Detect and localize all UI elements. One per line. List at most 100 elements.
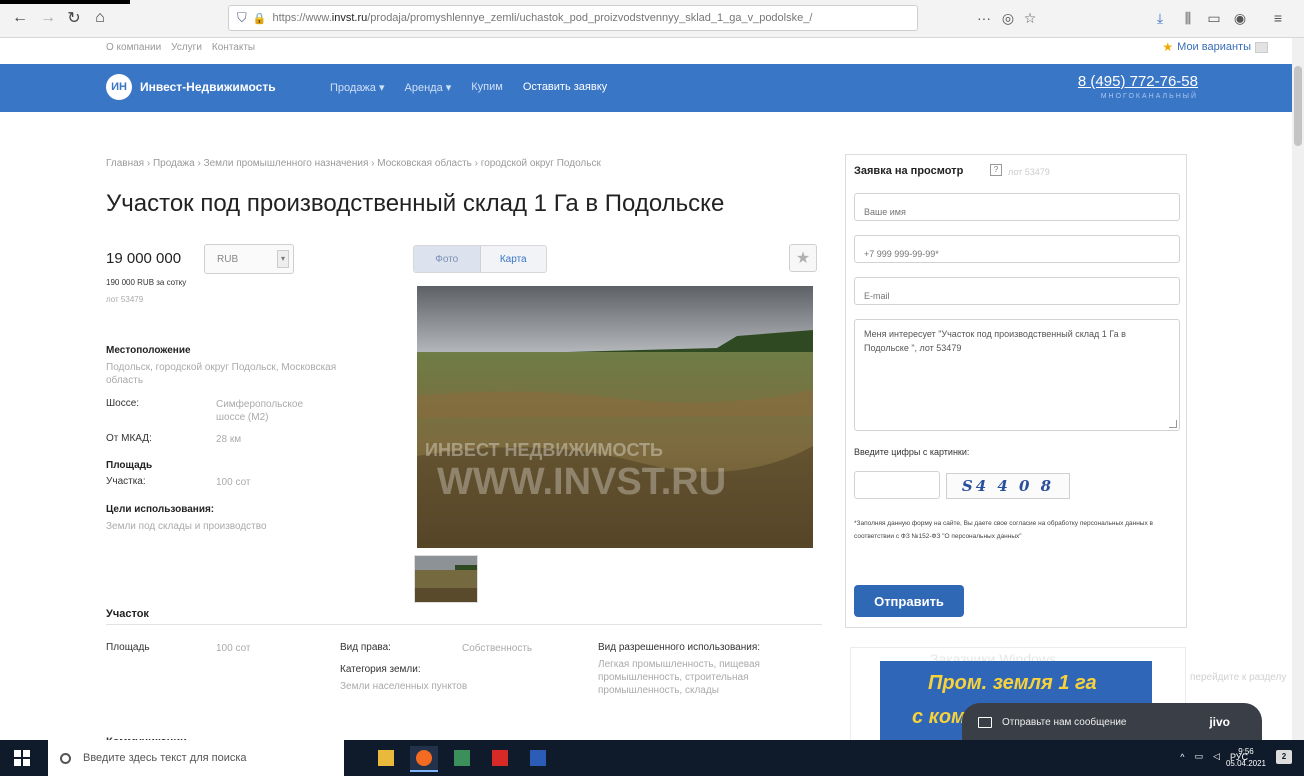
brand-name[interactable]: Инвест-Недвижимость [140, 80, 276, 94]
nav-items: Продажа ▾ Аренда ▾ Купим Оставить заявку [330, 81, 607, 94]
plot-category-label: Категория земли: [340, 664, 421, 675]
logo[interactable]: ИН [106, 74, 132, 100]
browser-toolbar: ← → ↻ ⌂ ⛉ 🔒 https://www.invst.ru/prodaja… [0, 0, 1304, 38]
email-input[interactable] [854, 277, 1180, 305]
chat-brand: jivo [1209, 715, 1230, 729]
plot-category-value: Земли населенных пунктов [340, 681, 468, 692]
phone-input[interactable] [854, 235, 1180, 263]
scrollbar-thumb[interactable] [1294, 66, 1302, 146]
taskbar-explorer[interactable] [372, 746, 400, 772]
library-icon[interactable]: ⫼ [1176, 6, 1200, 30]
extension-icon[interactable]: ◉ [1228, 6, 1252, 30]
phone-number[interactable]: 8 (495) 772-76-58 [1078, 73, 1198, 90]
clock-time: 9:56 [1238, 747, 1254, 756]
mkad-value: 28 км [216, 434, 242, 445]
submit-button[interactable]: Отправить [854, 585, 964, 617]
plot-area-label: Площадь [106, 642, 150, 653]
download-icon[interactable]: ⤓ [1148, 6, 1172, 30]
shield-icon: ⛉ [237, 10, 247, 25]
resize-handle-icon[interactable] [1169, 420, 1177, 428]
favorites-label: Мои варианты [1177, 41, 1251, 53]
back-icon[interactable]: ← [8, 6, 32, 30]
plot-permitted-value: Легкая промышленность, пищевая промышлен… [598, 659, 760, 696]
favorites-badge [1255, 41, 1268, 53]
area-heading: Площадь [106, 460, 153, 471]
top-link-about[interactable]: О компании [106, 42, 161, 53]
captcha-label: Введите цифры с картинки: [854, 447, 970, 457]
taskbar: Введите здесь текст для поиска ^ ▭ ◁ РУС… [0, 740, 1304, 776]
calculator-icon [454, 750, 470, 766]
chat-widget[interactable]: Отправьте нам сообщение jivo [962, 703, 1262, 743]
highway-value: Симферопольское шоссе (М2) [216, 399, 304, 423]
top-link-services[interactable]: Услуги [171, 42, 202, 53]
captcha-input[interactable] [854, 471, 940, 499]
currency-value: RUB [217, 254, 239, 265]
price-per-unit: 190 000 RUB за сотку [106, 278, 187, 287]
purpose-heading: Цели использования: [106, 504, 215, 515]
info-icon[interactable]: ? [990, 164, 1002, 176]
page-scrollbar[interactable] [1292, 38, 1304, 740]
pdf-icon [492, 750, 508, 766]
word-icon [530, 750, 546, 766]
volume-icon[interactable]: ◁ [1213, 751, 1220, 762]
black-mark [0, 0, 130, 4]
plot-permitted-label: Вид разрешенного использования: [598, 642, 761, 653]
taskbar-calculator[interactable] [448, 746, 476, 772]
plot-right-value: Собственность [462, 643, 533, 654]
network-icon[interactable]: ▭ [1195, 751, 1204, 762]
captcha-image: S4 4 0 8 [946, 473, 1070, 499]
bookmark-star-icon[interactable]: ☆ [1018, 6, 1042, 30]
main-nav: ИН Инвест-Недвижимость Продажа ▾ Аренда … [0, 64, 1304, 112]
nav-item-request[interactable]: Оставить заявку [523, 81, 607, 94]
address-bar[interactable]: ⛉ 🔒 https://www.invst.ru/prodaja/promysh… [228, 5, 918, 31]
url-text: https://www.invst.ru/prodaja/promyshlenn… [272, 12, 813, 24]
windows-start-icon[interactable] [14, 750, 30, 766]
taskbar-apps [372, 746, 552, 772]
field-photo: ИНВЕСТ НЕДВИЖИМОСТЬ WWW.INVST.RU [417, 286, 813, 548]
main-photo[interactable]: ИНВЕСТ НЕДВИЖИМОСТЬ WWW.INVST.RU [417, 286, 813, 548]
photo-thumbnail[interactable] [414, 555, 478, 603]
breadcrumb[interactable]: Главная › Продажа › Земли промышленного … [106, 158, 601, 169]
pocket-icon[interactable]: ◎ [996, 6, 1020, 30]
location-text: Подольск, городской округ Подольск, Моск… [106, 362, 337, 386]
taskbar-search-placeholder: Введите здесь текст для поиска [83, 752, 247, 764]
home-icon[interactable]: ⌂ [88, 6, 112, 30]
taskbar-firefox[interactable] [410, 746, 438, 772]
lot-number: лот 53479 [106, 295, 144, 304]
sidebar-icon[interactable]: ▭ [1202, 6, 1226, 30]
currency-select[interactable]: RUB ▾ [204, 244, 294, 274]
chevron-up-icon[interactable]: ^ [1180, 752, 1184, 762]
nav-item-sale[interactable]: Продажа ▾ [330, 81, 385, 94]
forward-icon[interactable]: → [36, 6, 60, 30]
menu-icon[interactable]: ≡ [1266, 6, 1290, 30]
name-input[interactable] [854, 193, 1180, 221]
purpose-value: Земли под склады и производство [106, 521, 267, 532]
notifications-icon[interactable]: 2 [1276, 750, 1292, 764]
message-textarea[interactable]: Меня интересует "Участок под производств… [854, 319, 1180, 431]
envelope-icon [978, 717, 992, 728]
promo-line1: Пром. земля 1 га [928, 672, 1097, 694]
consent-text: *Заполняя данную форму на сайте, Вы дает… [854, 520, 1153, 540]
phone-subtitle: МНОГОКАНАЛЬНЫЙ [1100, 93, 1198, 100]
divider [106, 624, 822, 625]
mkad-label: От МКАД: [106, 433, 152, 444]
chat-text: Отправьте нам сообщение [1002, 717, 1127, 728]
media-tabs: Фото Карта [413, 245, 547, 273]
top-link-contacts[interactable]: Контакты [212, 42, 255, 53]
message-text: Меня интересует "Участок под производств… [864, 329, 1126, 353]
favorites-link[interactable]: ★ Мои варианты [1162, 40, 1268, 54]
more-icon[interactable]: ··· [972, 6, 996, 30]
nav-item-rent[interactable]: Аренда ▾ [405, 81, 452, 94]
search-icon [60, 752, 71, 764]
tab-map[interactable]: Карта [481, 246, 547, 272]
clock[interactable]: 9:56 05.04.2021 [1226, 746, 1266, 770]
taskbar-acrobat[interactable] [486, 746, 514, 772]
form-lot: лот 53479 [1008, 167, 1050, 177]
add-favorite-button[interactable]: ★ [789, 244, 817, 272]
taskbar-search[interactable]: Введите здесь текст для поиска [48, 740, 344, 776]
reload-icon[interactable]: ↻ [62, 6, 86, 30]
taskbar-word[interactable] [524, 746, 552, 772]
nav-item-buy[interactable]: Купим [471, 81, 503, 94]
tab-photo[interactable]: Фото [414, 246, 481, 272]
location-heading: Местоположение [106, 345, 191, 356]
